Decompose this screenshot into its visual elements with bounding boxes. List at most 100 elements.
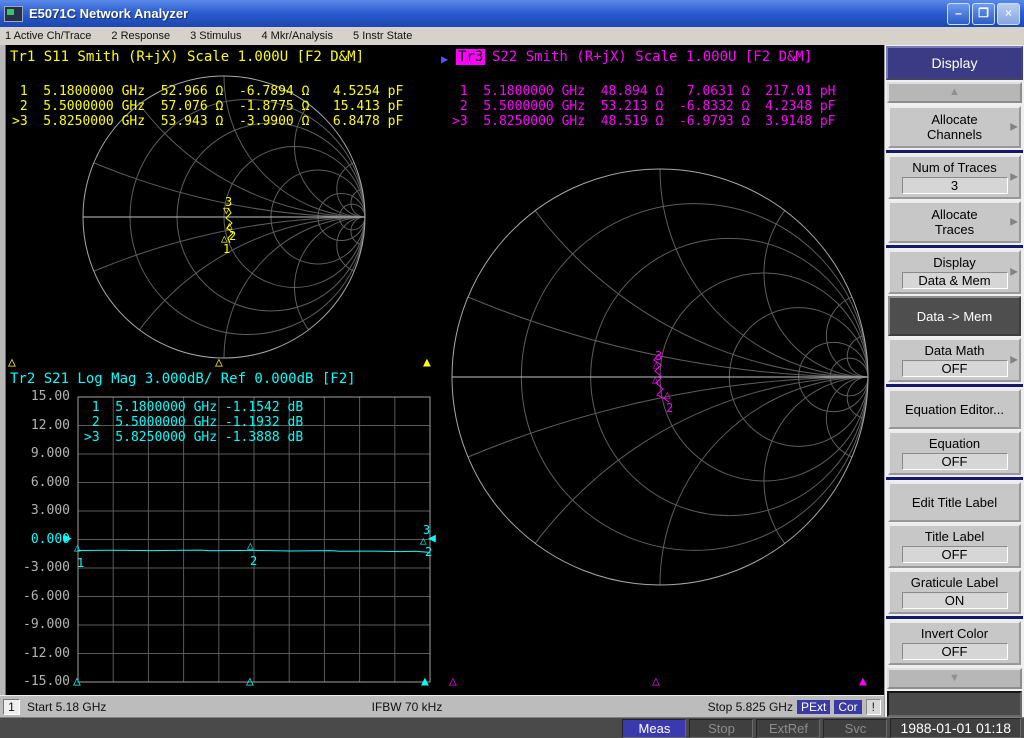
tr2-marker1-stimulus-indicator[interactable]: △ [73, 675, 81, 688]
marker-readout-row: 1 5.1800000 GHz 48.894 Ω 7.0631 Ω 217.01… [452, 84, 836, 99]
status-badge-pext: PExt [796, 699, 831, 714]
tr1-marker3-stimulus-indicator[interactable]: ▲ [423, 356, 431, 369]
close-button[interactable]: × [997, 2, 1020, 25]
menu-item-5[interactable]: 5 Instr State [353, 30, 412, 42]
start-frequency-label: Start 5.18 GHz [27, 699, 107, 714]
tr2-marker2-label: 2 [250, 554, 258, 568]
tr3-marker3-indicator[interactable]: △ [653, 359, 660, 370]
softkey-allocate-traces[interactable]: Allocate Traces ▶ [888, 201, 1021, 243]
stop-frequency-label: Stop 5.825 GHz [707, 699, 793, 714]
softkey-allocate-channels[interactable]: Allocate Channels ▶ [888, 106, 1021, 148]
tr2-ref-level-arrow-left[interactable]: ▶ [64, 532, 72, 545]
tr3-marker2-stimulus-indicator[interactable]: △ [652, 675, 660, 688]
tr2-marker3-stimulus-indicator[interactable]: ▲ [421, 675, 429, 688]
indicator-extref: ExtRef [756, 718, 821, 738]
softkey-label: Equation [928, 436, 981, 451]
ifbw-label: IFBW 70 kHz [371, 699, 443, 714]
softkey-value: Data & Mem [901, 272, 1008, 289]
status-badge-cor: Cor [834, 699, 862, 714]
tr1-marker1-label: 1 [223, 242, 231, 256]
tr1-marker1-stimulus-indicator[interactable]: △ [8, 356, 16, 369]
tr3-marker-table: 1 5.1800000 GHz 48.894 Ω 7.0631 Ω 217.01… [452, 84, 836, 129]
softkey-label: Invert Color [920, 626, 989, 641]
softkey-group-separator [886, 245, 1023, 248]
softkey-scroll-down-button[interactable]: ▼ [887, 668, 1022, 689]
indicator-stop: Stop [689, 718, 754, 738]
y-axis-label: -6.000 [23, 588, 70, 604]
menu-item-2[interactable]: 2 Response [111, 30, 170, 42]
window-title: E5071C Network Analyzer [29, 6, 189, 21]
tr1-marker-table: 1 5.1800000 GHz 52.966 Ω -6.7894 Ω 4.525… [12, 84, 403, 129]
menu-item-4[interactable]: 4 Mkr/Analysis [261, 30, 333, 42]
tr2-marker2-stimulus-indicator[interactable]: △ [246, 675, 254, 688]
softkey-label: Display [933, 255, 976, 270]
tr2-marker2-indicator[interactable]: △ [247, 540, 254, 551]
softkey-equation-editor[interactable]: Equation Editor... [888, 389, 1021, 429]
tr2-marker1-indicator[interactable]: △ [74, 542, 81, 553]
tr1-marker2-stimulus-indicator[interactable]: △ [215, 356, 223, 369]
submenu-arrow-icon: ▶ [1010, 121, 1018, 133]
analyzer-screen: Tr1 S11 Smith (R+jX) Scale 1.000U [F2 D&… [0, 45, 884, 695]
tr3-marker1-indicator[interactable]: △ [652, 374, 659, 385]
y-axis-label: -3.000 [23, 560, 70, 575]
softkey-num-of-traces[interactable]: Num of Traces 3 ▶ [888, 155, 1021, 199]
tr3-marker3-stimulus-indicator[interactable]: ▲ [859, 675, 867, 688]
softkey-data-math[interactable]: Data Math OFF ▶ [888, 338, 1021, 382]
y-axis-label: 0.000 [30, 531, 70, 547]
marker-readout-row: >3 5.8250000 GHz 48.519 Ω -6.9793 Ω 3.91… [452, 114, 836, 129]
y-axis-label: 6.000 [30, 474, 70, 490]
submenu-arrow-icon: ▶ [1010, 171, 1018, 183]
tr3-marker2-indicator[interactable]: △ [664, 389, 671, 400]
restore-button[interactable]: ❐ [972, 2, 995, 25]
softkey-label: Allocate [931, 112, 978, 127]
instrument-status-bar: Meas Stop ExtRef Svc 1988-01-01 01:18 [0, 717, 1024, 738]
softkey-label: Data Math [924, 343, 985, 358]
softkey-edit-title-label[interactable]: Edit Title Label [888, 482, 1021, 522]
softkey-scroll-up-button[interactable]: ▲ [887, 82, 1022, 103]
submenu-arrow-icon: ▶ [1010, 216, 1018, 228]
softkey-group-separator [886, 616, 1023, 619]
marker-readout-row: >3 5.8250000 GHz 53.943 Ω -3.9900 Ω 6.84… [12, 114, 404, 129]
softkey-data-mem[interactable]: Data -> Mem [888, 296, 1021, 336]
softkey-display[interactable]: Display Data & Mem ▶ [888, 250, 1021, 294]
indicator-svc: Svc [823, 718, 888, 738]
tr3-marker1-stimulus-indicator[interactable]: △ [449, 675, 457, 688]
graticule-canvas [77, 75, 869, 683]
softkey-equation[interactable]: Equation OFF [888, 431, 1021, 475]
stimulus-status-bar: 1 Start 5.18 GHz IFBW 70 kHz Stop 5.825 … [0, 695, 884, 717]
submenu-arrow-icon: ▶ [1010, 354, 1018, 366]
tr2-header[interactable]: Tr2 S21 Log Mag 3.000dB/ Ref 0.000dB [F2… [10, 371, 356, 387]
tr3-header[interactable]: Tr3 [456, 49, 486, 65]
softkey-label: Graticule Label [910, 575, 999, 590]
softkey-title-label[interactable]: Title Label OFF [888, 524, 1021, 568]
tr3-header-text[interactable]: S22 Smith (R+jX) Scale 1.000U [F2 D&M] [492, 49, 812, 65]
titlebar: E5071C Network Analyzer – ❐ × [0, 0, 1024, 27]
sidebar-filler [887, 691, 1022, 717]
softkey-value: OFF [901, 546, 1008, 563]
marker-readout-row: 2 5.5000000 GHz 53.213 Ω -6.8332 Ω 4.234… [452, 99, 836, 114]
softkey-sidebar: Display ▲ Allocate Channels ▶ Num of Traces… [884, 45, 1024, 717]
softkey-menu-title: Display [886, 46, 1023, 80]
softkey-value: OFF [901, 453, 1008, 470]
menu-item-3[interactable]: 3 Stimulus [190, 30, 241, 42]
tr1-marker3-indicator[interactable]: ▽ [223, 205, 230, 216]
softkey-invert-color[interactable]: Invert Color OFF [888, 621, 1021, 665]
softkey-value: OFF [901, 360, 1008, 377]
softkey-group-separator [886, 150, 1023, 153]
tr1-header[interactable]: Tr1 S11 Smith (R+jX) Scale 1.000U [F2 D&… [10, 49, 364, 65]
softkey-group-separator [886, 384, 1023, 387]
datetime-display: 1988-01-01 01:18 [890, 718, 1021, 738]
marker-readout-row: >3 5.8250000 GHz -1.3888 dB [84, 430, 304, 445]
tr2-ref-level-arrow-right[interactable]: ◀ [428, 532, 436, 545]
app-icon [4, 5, 23, 22]
softkey-graticule-label[interactable]: Graticule Label ON [888, 570, 1021, 614]
softkey-label: Traces [934, 222, 975, 237]
minimize-button[interactable]: – [947, 2, 970, 25]
y-axis-label: -9.000 [23, 617, 70, 632]
tr1-marker2-label: 2 [229, 229, 237, 243]
submenu-arrow-icon: ▶ [1010, 266, 1018, 278]
softkey-label: Edit Title Label [911, 494, 998, 510]
softkey-group-separator [886, 477, 1023, 480]
y-axis-label: -15.00 [23, 674, 70, 689]
menu-item-1[interactable]: 1 Active Ch/Trace [5, 30, 91, 42]
